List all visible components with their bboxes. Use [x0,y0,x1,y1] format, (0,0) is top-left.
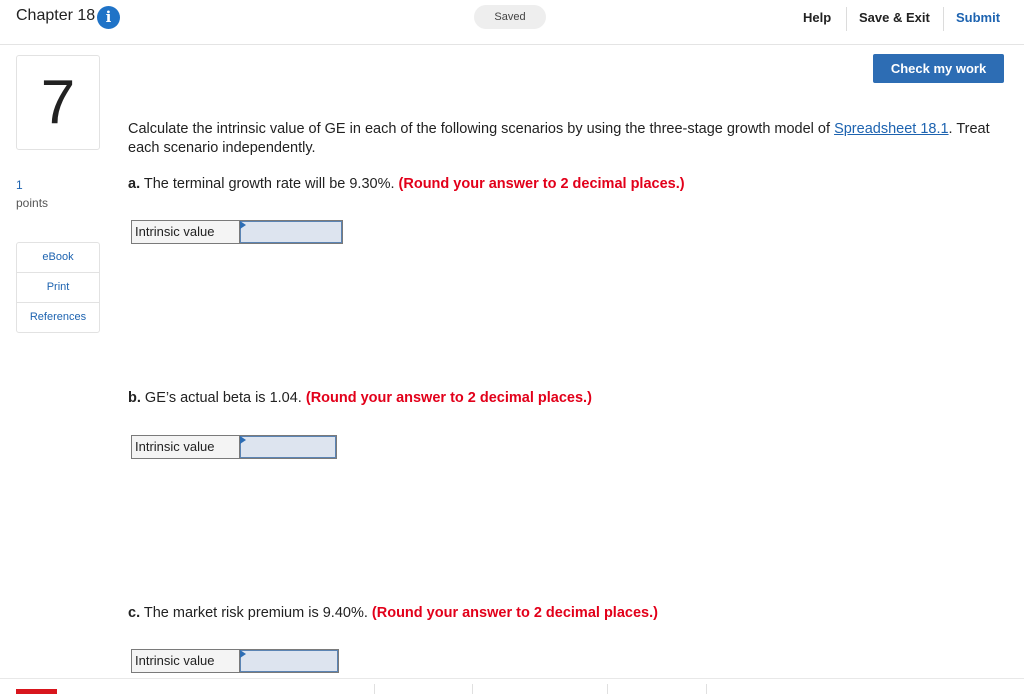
flag-icon [240,221,246,229]
flag-icon [240,650,246,658]
answer-row-b: Intrinsic value [131,435,337,459]
points-value: 1 [16,178,23,192]
part-letter: c. [128,605,141,621]
part-b-prompt: b. GE’s actual beta is 1.04. (Round your… [128,390,592,406]
saved-status-badge: Saved [474,5,546,29]
intrinsic-value-input-b[interactable] [240,436,336,458]
answer-label: Intrinsic value [132,650,240,672]
submit-link[interactable]: Submit [956,10,1000,25]
divider [943,7,944,31]
part-c-prompt: c. The market risk premium is 9.40%. (Ro… [128,605,658,621]
part-text: GE’s actual beta is 1.04. [140,390,306,406]
answer-row-a: Intrinsic value [131,220,343,244]
chapter-title: Chapter 18 [16,7,96,24]
bottom-navigation-bar [0,678,1024,695]
part-text: The market risk premium is 9.40%. [140,605,372,621]
intrinsic-value-input-a[interactable] [240,221,342,243]
points-label: points [16,196,49,210]
rounding-note: (Round your answer to 2 decimal places.) [371,605,658,621]
top-bar: Chapter 18 i Saved Help Save & Exit Subm… [0,0,1024,45]
part-text: The terminal growth rate will be 9.30%. [140,176,399,192]
brand-logo [16,689,57,694]
rounding-note: (Round your answer to 2 decimal places.) [305,390,592,406]
info-icon[interactable]: i [97,6,120,29]
divider [607,684,608,694]
divider [472,684,473,694]
save-exit-link[interactable]: Save & Exit [859,10,930,25]
ebook-link[interactable]: eBook [17,243,99,273]
flag-icon [240,436,246,444]
prompt-text: Calculate the intrinsic value of GE in e… [128,121,835,137]
check-my-work-button[interactable]: Check my work [873,54,1004,83]
intrinsic-value-input-c[interactable] [240,650,338,672]
answer-row-c: Intrinsic value [131,649,339,673]
spreadsheet-link[interactable]: Spreadsheet 18.1 [834,121,948,137]
part-letter: b. [128,390,141,406]
rounding-note: (Round your answer to 2 decimal places.) [398,176,685,192]
help-link[interactable]: Help [803,10,831,25]
part-letter: a. [128,176,141,192]
question-prompt: Calculate the intrinsic value of GE in e… [128,120,1008,158]
print-link[interactable]: Print [17,273,99,303]
part-a-prompt: a. The terminal growth rate will be 9.30… [128,176,685,192]
answer-label: Intrinsic value [132,221,240,243]
divider [706,684,707,694]
references-link[interactable]: References [17,303,99,332]
resource-menu: eBook Print References [16,242,100,333]
divider [846,7,847,31]
question-number: 7 [16,55,100,150]
answer-label: Intrinsic value [132,436,240,458]
divider [374,684,375,694]
